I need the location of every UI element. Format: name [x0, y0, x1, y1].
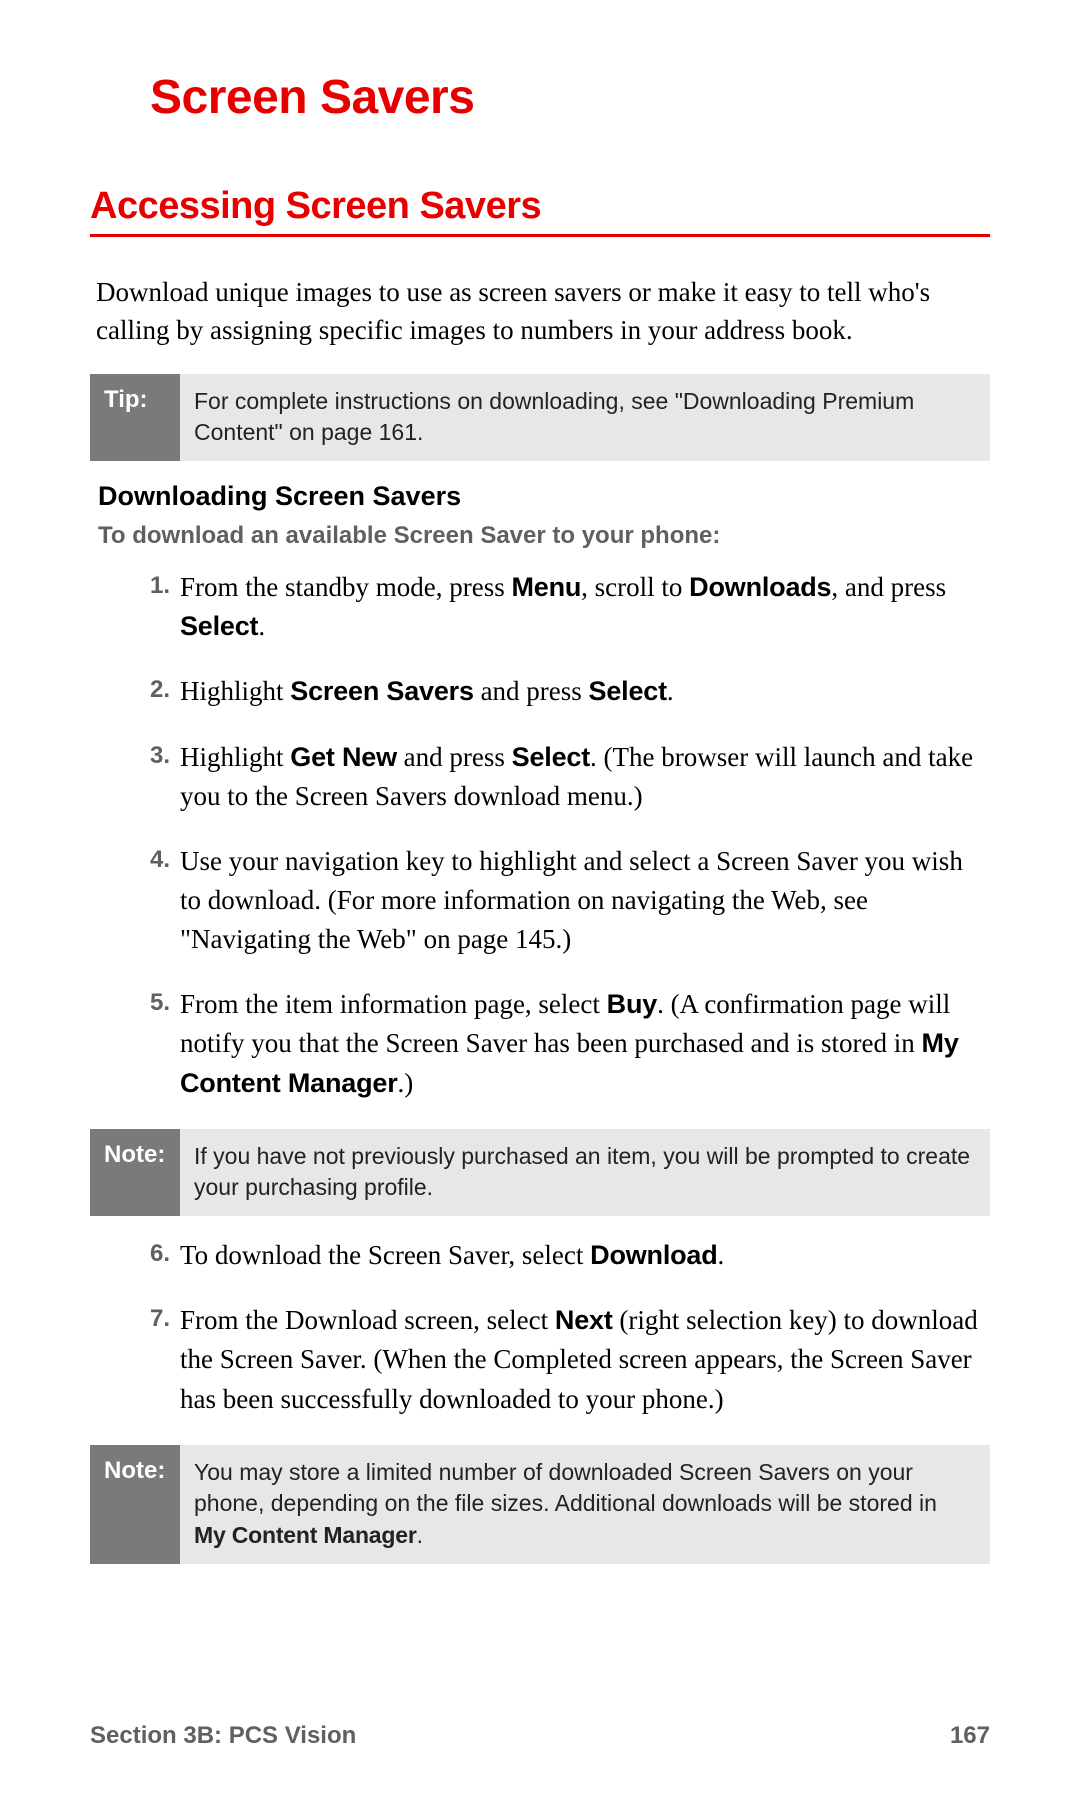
step: 5. From the item information page, selec…: [138, 985, 984, 1102]
tip-body: For complete instructions on downloading…: [180, 374, 990, 461]
note-body: If you have not previously purchased an …: [180, 1129, 990, 1216]
step-body: Highlight Screen Savers and press Select…: [180, 672, 984, 711]
step-number: 3.: [138, 738, 180, 816]
step-body: To download the Screen Saver, select Dow…: [180, 1236, 984, 1275]
note-label: Note:: [90, 1445, 180, 1564]
tip-label: Tip:: [90, 374, 180, 461]
step-number: 1.: [138, 568, 180, 646]
step-number: 4.: [138, 842, 180, 959]
step-number: 5.: [138, 985, 180, 1102]
footer-left: Section 3B: PCS Vision: [90, 1722, 356, 1750]
step-body: From the Download screen, select Next (r…: [180, 1301, 984, 1418]
step-body: Highlight Get New and press Select. (The…: [180, 738, 984, 816]
note-callout-2: Note: You may store a limited number of …: [90, 1445, 990, 1564]
step: 6. To download the Screen Saver, select …: [138, 1236, 984, 1275]
step-body: From the standby mode, press Menu, scrol…: [180, 568, 984, 646]
tip-callout: Tip: For complete instructions on downlo…: [90, 374, 990, 461]
intro-paragraph: Download unique images to use as screen …: [90, 273, 990, 350]
page-footer: Section 3B: PCS Vision 167: [90, 1722, 990, 1750]
lead-line: To download an available Screen Saver to…: [98, 522, 990, 550]
step: 4. Use your navigation key to highlight …: [138, 842, 984, 959]
steps-list-2: 6. To download the Screen Saver, select …: [138, 1236, 984, 1419]
step: 3. Highlight Get New and press Select. (…: [138, 738, 984, 816]
note-body: You may store a limited number of downlo…: [180, 1445, 990, 1564]
step-body: Use your navigation key to highlight and…: [180, 842, 984, 959]
step: 2. Highlight Screen Savers and press Sel…: [138, 672, 984, 711]
step-body: From the item information page, select B…: [180, 985, 984, 1102]
steps-list-1: 1. From the standby mode, press Menu, sc…: [138, 568, 984, 1103]
note-callout-1: Note: If you have not previously purchas…: [90, 1129, 990, 1216]
step-number: 7.: [138, 1301, 180, 1418]
step-number: 6.: [138, 1236, 180, 1275]
section-heading: Accessing Screen Savers: [90, 185, 990, 237]
note-label: Note:: [90, 1129, 180, 1216]
page: Screen Savers Accessing Screen Savers Do…: [0, 0, 1080, 1800]
step: 7. From the Download screen, select Next…: [138, 1301, 984, 1418]
page-number: 167: [950, 1722, 990, 1750]
step-number: 2.: [138, 672, 180, 711]
subheading: Downloading Screen Savers: [98, 481, 990, 512]
step: 1. From the standby mode, press Menu, sc…: [138, 568, 984, 646]
page-title: Screen Savers: [150, 70, 990, 125]
